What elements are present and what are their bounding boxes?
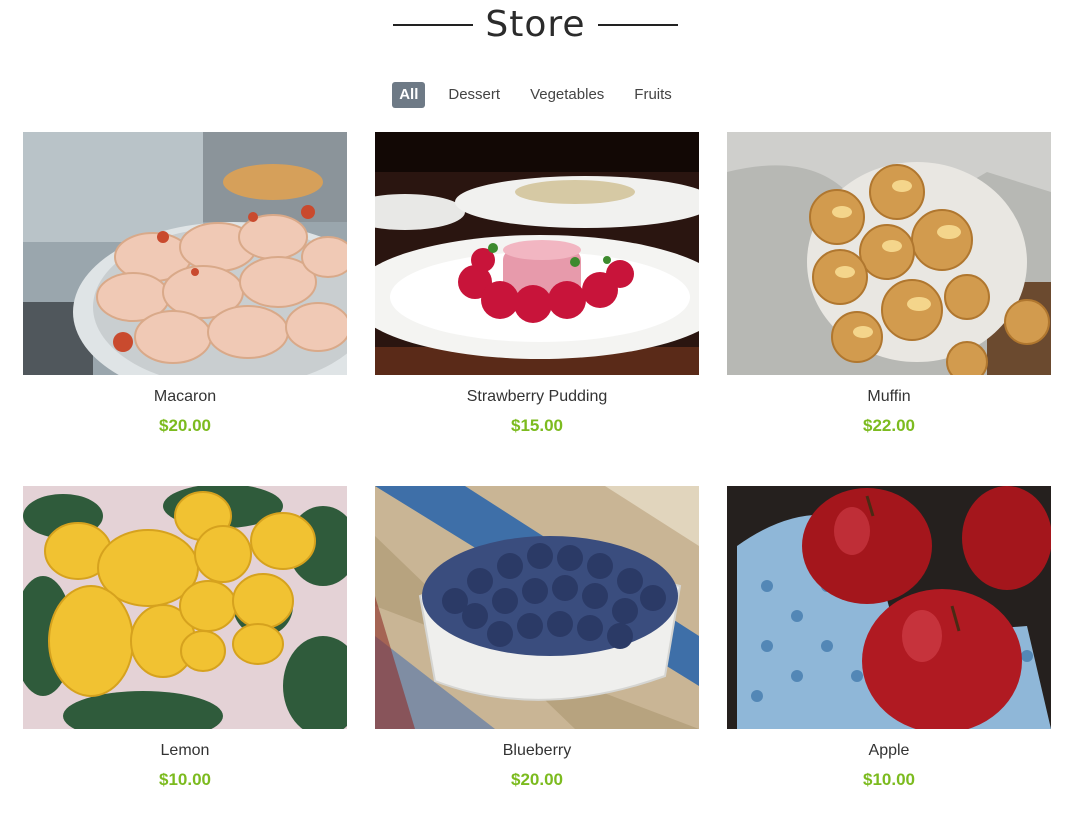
product-name[interactable]: Macaron <box>23 388 347 406</box>
product-card-strawberry-pudding[interactable]: Strawberry Pudding $15.00 <box>375 132 699 452</box>
filter-dessert[interactable]: Dessert <box>441 82 507 108</box>
product-name[interactable]: Blueberry <box>375 742 699 760</box>
title-right-rule <box>597 24 678 26</box>
apple-photo[interactable] <box>727 486 1051 729</box>
category-filter-bar: All Dessert Vegetables Fruits <box>0 82 1071 108</box>
product-card-blueberry[interactable]: Blueberry $20.00 <box>375 486 699 806</box>
blueberry-photo[interactable] <box>375 486 699 729</box>
product-price: $10.00 <box>159 770 211 789</box>
lemon-photo[interactable] <box>23 486 347 729</box>
product-card-lemon[interactable]: Lemon $10.00 <box>23 486 347 806</box>
product-name[interactable]: Apple <box>727 742 1051 760</box>
title-left-rule <box>393 24 474 26</box>
macaron-photo[interactable] <box>23 132 347 375</box>
filter-all[interactable]: All <box>392 82 426 108</box>
product-card-muffin[interactable]: Muffin $22.00 <box>727 132 1051 452</box>
page-title: Store <box>485 4 586 45</box>
product-card-macaron[interactable]: Macaron $20.00 <box>23 132 347 452</box>
product-card-apple[interactable]: Apple $10.00 <box>727 486 1051 806</box>
product-name[interactable]: Muffin <box>727 388 1051 406</box>
store-header: Store <box>0 2 1071 48</box>
product-name[interactable]: Strawberry Pudding <box>375 388 699 406</box>
product-price: $20.00 <box>511 770 563 789</box>
muffin-photo[interactable] <box>727 132 1051 375</box>
product-price: $22.00 <box>863 416 915 435</box>
product-name[interactable]: Lemon <box>23 742 347 760</box>
product-price: $15.00 <box>511 416 563 435</box>
product-price: $10.00 <box>863 770 915 789</box>
strawberry-pudding-photo[interactable] <box>375 132 699 375</box>
filter-fruits[interactable]: Fruits <box>627 82 679 108</box>
filter-vegetables[interactable]: Vegetables <box>523 82 611 108</box>
product-price: $20.00 <box>159 416 211 435</box>
